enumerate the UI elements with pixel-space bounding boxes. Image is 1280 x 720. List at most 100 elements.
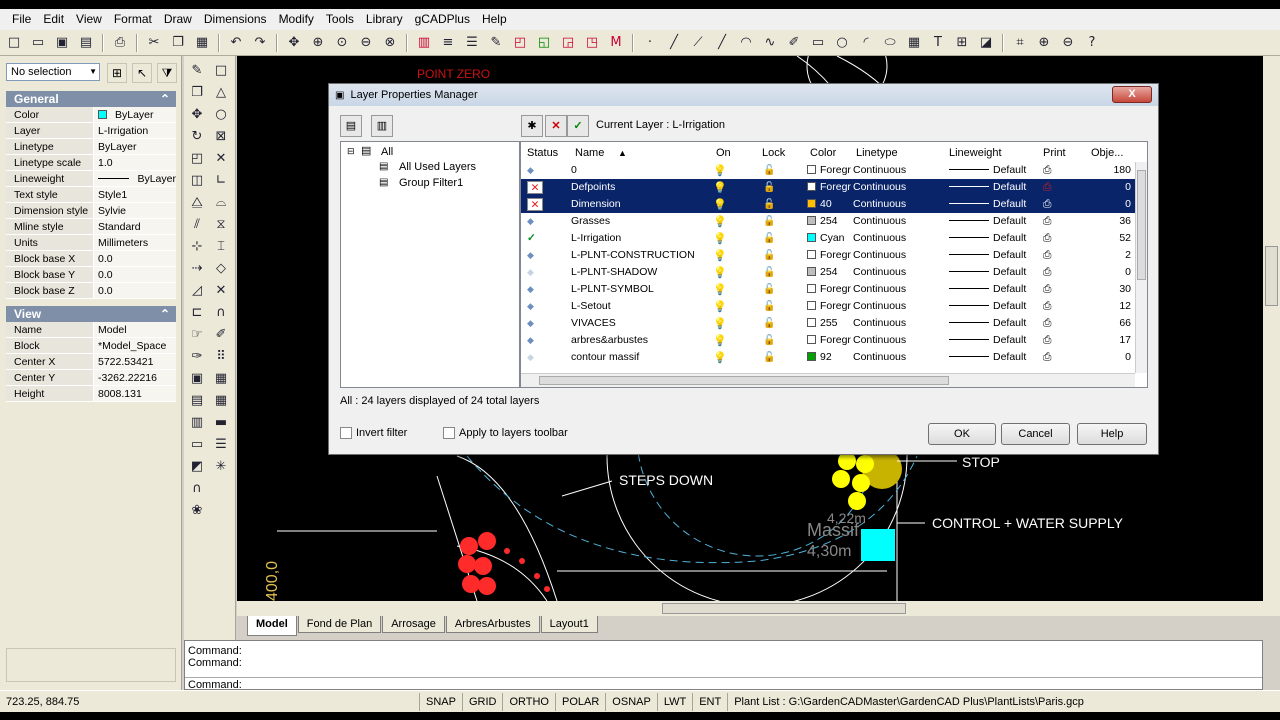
new-layer-icon[interactable]: ✱	[521, 115, 543, 137]
tab-fond-de-plan[interactable]: Fond de Plan	[297, 616, 382, 633]
layer-linetype[interactable]: Continuous	[853, 230, 943, 247]
menu-modify[interactable]: Modify	[273, 9, 320, 30]
save-all-icon[interactable]: ▤	[76, 33, 96, 53]
layer-status-icon[interactable]: ◆	[527, 264, 553, 281]
magnet-tool-icon[interactable]: ∩	[211, 302, 231, 322]
checkbox-box[interactable]	[443, 427, 455, 439]
vertical-scrollbar[interactable]	[1263, 56, 1280, 616]
layer-linetype[interactable]: Continuous	[853, 213, 943, 230]
hatch-icon[interactable]: ▦	[904, 33, 924, 53]
col-color[interactable]: Color	[810, 144, 836, 162]
menu-gcadplus[interactable]: gCADPlus	[409, 9, 476, 30]
line-icon[interactable]: ╱	[664, 33, 684, 53]
erase-icon[interactable]: ✎	[187, 60, 207, 80]
plant-icon[interactable]: ◲	[558, 33, 578, 53]
layer-status-icon[interactable]: ✕	[527, 181, 543, 194]
insert-block-icon[interactable]: ◱	[534, 33, 554, 53]
match-properties-icon[interactable]: ✎	[486, 33, 506, 53]
bulb-icon[interactable]: 💡	[713, 179, 743, 196]
layer-color[interactable]: Foregr	[807, 247, 853, 264]
col-objects[interactable]: Obje...	[1091, 144, 1123, 162]
osnap-toggle[interactable]: OSNAP	[606, 692, 658, 711]
layer-lineweight[interactable]: Default	[949, 264, 1039, 281]
bulb-icon[interactable]: 💡	[713, 349, 743, 366]
view-header[interactable]: View ⌃	[6, 306, 176, 322]
layer-color[interactable]: Foregr	[807, 332, 853, 349]
ellipse-icon[interactable]: ⬭	[880, 33, 900, 53]
bulb-icon[interactable]: 💡	[713, 247, 743, 264]
zoom-out-icon[interactable]: ⊖	[1058, 33, 1078, 53]
zoom-in-icon[interactable]: ⊕	[1034, 33, 1054, 53]
lwt-toggle[interactable]: LWT	[658, 692, 694, 711]
menu-dimensions[interactable]: Dimensions	[198, 9, 273, 30]
paste-icon[interactable]: ▦	[192, 33, 212, 53]
array-tool-icon[interactable]: ⊹	[187, 236, 207, 256]
copy-icon[interactable]: ❐	[168, 33, 188, 53]
scroll-thumb[interactable]	[662, 603, 906, 614]
snap-toggle[interactable]: SNAP	[420, 692, 463, 711]
property-value[interactable]: -3262.22216	[94, 370, 176, 385]
property-value[interactable]: ByLayer	[94, 107, 176, 122]
quick-select-icon[interactable]: ⊞	[107, 63, 127, 83]
menu-file[interactable]: File	[6, 9, 37, 30]
layer-row[interactable]: ✕ Defpoints 💡 🔓 Foregr Continuous Default ⎙ 0	[521, 179, 1135, 196]
lock-icon[interactable]: 🔓	[763, 179, 783, 196]
scroll-thumb[interactable]	[1265, 246, 1278, 306]
select-objects-icon[interactable]: ↖	[132, 63, 152, 83]
wall-tool-icon[interactable]: ▬	[211, 412, 231, 432]
layer-status-icon[interactable]: ◆	[527, 315, 553, 332]
mirror-tool-icon[interactable]: ⧋	[187, 192, 207, 212]
layer-linetype[interactable]: Continuous	[853, 315, 943, 332]
invert-filter-checkbox[interactable]: Invert filter	[340, 427, 407, 439]
spline-icon[interactable]: ∿	[760, 33, 780, 53]
printer-icon[interactable]: ⎙	[1043, 196, 1067, 213]
layer-lineweight[interactable]: Default	[949, 281, 1039, 298]
stretch-tool-icon[interactable]: ◫	[187, 170, 207, 190]
dots-tool-icon[interactable]: ⠿	[211, 346, 231, 366]
lock-icon[interactable]: 🔓	[763, 162, 783, 179]
layers-icon[interactable]: ▥	[414, 33, 434, 53]
layer-name[interactable]: VIVACES	[571, 315, 707, 332]
pencil-tool-icon[interactable]: ✐	[211, 324, 231, 344]
layer-row[interactable]: ◆ contour massif 💡 🔓 92 Continuous Default ⎙ 0	[521, 349, 1135, 366]
layer-name[interactable]: arbres&arbustes	[571, 332, 707, 349]
lock-icon[interactable]: 🔓	[763, 349, 783, 366]
layer-color[interactable]: Foregr	[807, 179, 853, 196]
circle-icon[interactable]: ○	[832, 33, 852, 53]
general-header[interactable]: General ⌃	[6, 91, 176, 107]
layer-row[interactable]: ◆ arbres&arbustes 💡 🔓 Foregr Continuous Defaul…	[521, 332, 1135, 349]
property-row[interactable]: Lineweight ByLayer	[6, 171, 176, 187]
property-value[interactable]: L-Irrigation	[94, 123, 176, 138]
property-row[interactable]: Block base Z 0.0	[6, 283, 176, 299]
checkbox-box[interactable]	[340, 427, 352, 439]
lock-icon[interactable]: 🔓	[763, 315, 783, 332]
cut-icon[interactable]: ✂	[144, 33, 164, 53]
layer-status-icon[interactable]: ◆	[527, 213, 553, 230]
property-row[interactable]: Block *Model_Space	[6, 338, 176, 354]
col-name[interactable]: Name	[575, 144, 604, 162]
layer-name[interactable]: L-Irrigation	[571, 230, 707, 247]
zoom-window-icon[interactable]: ⊙	[332, 33, 352, 53]
layer-name[interactable]: Grasses	[571, 213, 707, 230]
filter-icon[interactable]: ⧩	[157, 63, 177, 83]
donut-tool-icon[interactable]: ⊠	[211, 126, 231, 146]
layer-copy-icon[interactable]: ▣	[187, 368, 207, 388]
polygon-tool-icon[interactable]: △	[211, 82, 231, 102]
layer-status-icon[interactable]: ✓	[527, 230, 553, 247]
property-row[interactable]: Layer L-Irrigation	[6, 123, 176, 139]
layer-color[interactable]: Foregr	[807, 162, 853, 179]
dialog-titlebar[interactable]: ▣ Layer Properties Manager	[329, 84, 1158, 106]
help-button[interactable]: Help	[1077, 423, 1147, 445]
delete-layer-icon[interactable]: ✕	[545, 115, 567, 137]
property-value[interactable]: Millimeters	[94, 235, 176, 250]
tree-root[interactable]: All	[381, 146, 393, 158]
printer-icon[interactable]: ⎙	[1043, 349, 1067, 366]
layer-name[interactable]: Dimension	[571, 196, 707, 213]
scale-tool-icon[interactable]: ◰	[187, 148, 207, 168]
property-value[interactable]: 5722.53421	[94, 354, 176, 369]
layer-name[interactable]: 0	[571, 162, 707, 179]
layer-color[interactable]: Cyan	[807, 230, 853, 247]
printer-icon[interactable]: ⎙	[1043, 281, 1067, 298]
cancel-button[interactable]: Cancel	[1001, 423, 1070, 445]
bulb-icon[interactable]: 💡	[713, 162, 743, 179]
